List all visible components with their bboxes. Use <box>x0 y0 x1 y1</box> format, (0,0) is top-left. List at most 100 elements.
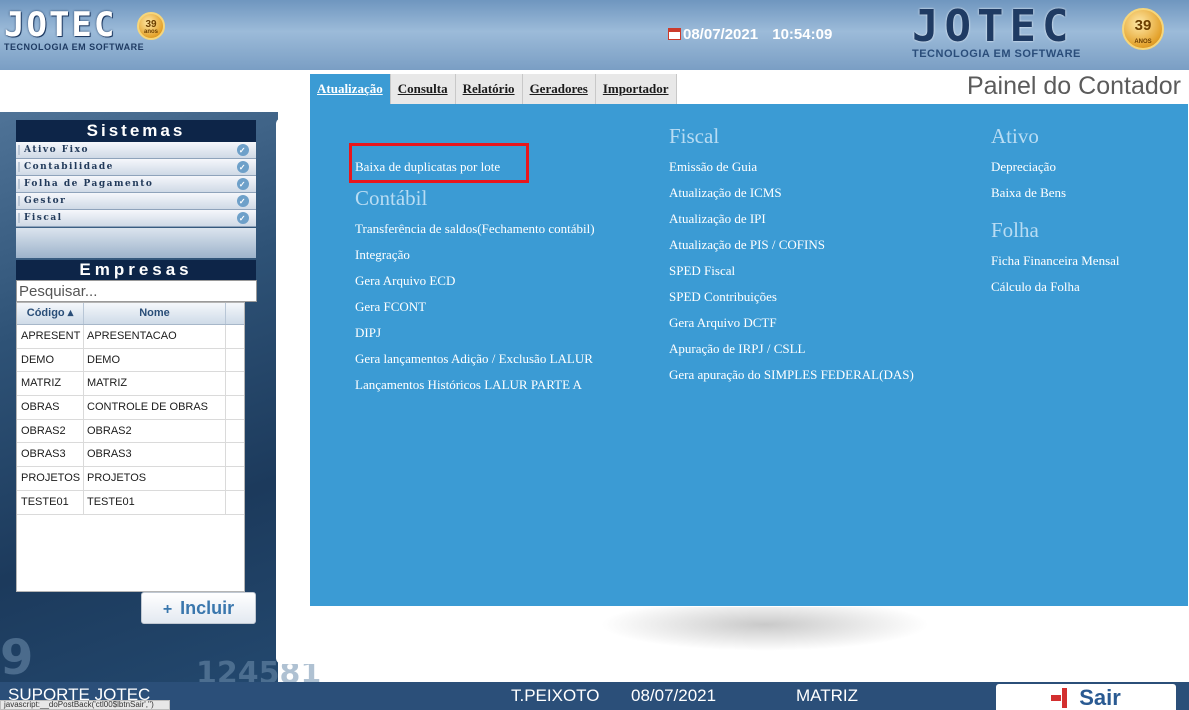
cell-nome: PROJETOS <box>84 467 226 490</box>
menu-link[interactable]: Integração <box>355 242 595 268</box>
menu-link[interactable]: Baixa de Bens <box>991 180 1120 206</box>
anniversary-badge: 39 anos <box>137 12 165 40</box>
menu-link[interactable]: Atualização de IPI <box>669 206 914 232</box>
table-row[interactable]: OBRAS CONTROLE DE OBRAS <box>17 396 244 420</box>
menu-link[interactable]: Gera lançamentos Adição / Exclusão LALUR <box>355 346 595 372</box>
cell-nome: OBRAS3 <box>84 443 226 467</box>
jotec-logo-small: JOTEC TECNOLOGIA EM SOFTWARE 39 anos <box>4 8 184 62</box>
check-icon: ✓ <box>237 178 249 190</box>
sistema-folha[interactable]: Folha de Pagamento ✓ <box>16 176 256 193</box>
menu-link[interactable]: Atualização de PIS / COFINS <box>669 232 914 258</box>
table-row[interactable]: OBRAS2 OBRAS2 <box>17 419 244 444</box>
table-row[interactable]: DEMO DEMO <box>17 348 244 373</box>
section-heading-folha: Folha <box>991 218 1039 242</box>
header-date: 08/07/2021 <box>683 26 759 43</box>
background-number: 9 <box>0 630 34 686</box>
sistema-gestor[interactable]: Gestor ✓ <box>16 193 256 210</box>
cell-codigo: PROJETOS <box>17 467 84 490</box>
cell-codigo: TESTE01 <box>17 490 84 514</box>
menu-link[interactable]: Gera apuração do SIMPLES FEDERAL(DAS) <box>669 362 914 388</box>
column-header-codigo[interactable]: Código ▴ <box>17 303 84 324</box>
incluir-button[interactable]: + Incluir <box>141 592 256 624</box>
header-time: 10:54:09 <box>772 26 833 43</box>
sistemas-list: Ativo Fixo ✓ Contabilidade ✓ Folha de Pa… <box>16 142 256 227</box>
table-row[interactable]: TESTE01 TESTE01 <box>17 490 244 515</box>
menu-link[interactable]: SPED Fiscal <box>669 258 914 284</box>
cell-nome: MATRIZ <box>84 372 226 396</box>
sistema-ativo-fixo[interactable]: Ativo Fixo ✓ <box>16 142 256 159</box>
header: JOTEC TECNOLOGIA EM SOFTWARE 39 anos 08/… <box>0 0 1189 70</box>
page-title: Painel do Contador <box>966 72 1181 100</box>
sistemas-decoration <box>16 228 256 258</box>
search-input[interactable] <box>16 280 257 302</box>
menu-link[interactable]: Depreciação <box>991 154 1120 180</box>
sistema-label: Ativo Fixo <box>24 145 89 155</box>
menu-link[interactable]: Transferência de saldos(Fechamento contá… <box>355 216 595 242</box>
menu-relatorio[interactable]: Relatório <box>456 74 523 104</box>
empresas-table: Código ▴ Nome APRESENT APRESENTACAO DEMO… <box>16 302 245 592</box>
badge-word: ANOS <box>1134 39 1152 45</box>
menu-link[interactable]: Apuração de IRPJ / CSLL <box>669 336 914 362</box>
table-row[interactable]: OBRAS3 OBRAS3 <box>17 443 244 468</box>
cell-nome: CONTROLE DE OBRAS <box>84 396 226 419</box>
datetime: 08/07/2021 10:54:09 <box>668 26 832 43</box>
cell-nome: APRESENTACAO <box>84 325 226 348</box>
cell-codigo: OBRAS3 <box>17 443 84 467</box>
dropdown-column-contabil: Baixa de duplicatas por lote Contábil Tr… <box>355 154 595 398</box>
anniversary-badge: 39 ANOS <box>1122 8 1164 50</box>
sistema-label: Fiscal <box>24 213 63 223</box>
check-icon: ✓ <box>237 195 249 207</box>
footer-user: T.PEIXOTO <box>511 686 600 705</box>
sistema-label: Gestor <box>24 196 67 206</box>
jotec-logo-large: JOTEC TECNOLOGIA EM SOFTWARE 39 ANOS <box>912 5 1182 64</box>
sistemas-title: Sistemas <box>16 120 256 142</box>
menu-link[interactable]: Gera FCONT <box>355 294 595 320</box>
cell-nome: OBRAS2 <box>84 419 226 443</box>
menu-link[interactable]: SPED Contribuições <box>669 284 914 310</box>
calendar-icon <box>668 28 681 40</box>
empresas-title: Empresas <box>16 260 256 280</box>
check-icon: ✓ <box>237 144 249 156</box>
sair-button[interactable]: Sair <box>996 684 1176 710</box>
check-icon: ✓ <box>237 161 249 173</box>
column-header-nome[interactable]: Nome <box>84 303 226 324</box>
sistema-contabilidade[interactable]: Contabilidade ✓ <box>16 159 256 176</box>
logo-tagline: TECNOLOGIA EM SOFTWARE <box>4 42 145 52</box>
menu-link[interactable]: Gera Arquivo ECD <box>355 268 595 294</box>
menu-consulta[interactable]: Consulta <box>391 74 456 104</box>
table-row[interactable]: MATRIZ MATRIZ <box>17 372 244 397</box>
section-heading-fiscal: Fiscal <box>669 124 720 148</box>
menu-link[interactable]: Lançamentos Históricos LALUR PARTE A <box>355 372 595 398</box>
badge-number: 39 <box>1134 17 1152 34</box>
cell-codigo: DEMO <box>17 348 84 372</box>
sistema-label: Contabilidade <box>24 162 114 172</box>
menu-link[interactable]: Atualização de ICMS <box>669 180 914 206</box>
main-menu: Atualização Consulta Relatório Geradores… <box>310 74 677 104</box>
incluir-label: Incluir <box>180 598 235 618</box>
cell-nome: DEMO <box>84 348 226 372</box>
menu-link[interactable]: DIPJ <box>355 320 595 346</box>
menu-link[interactable]: Cálculo da Folha <box>991 274 1120 300</box>
cell-codigo: OBRAS2 <box>17 419 84 443</box>
dropdown-column-ativo: Ativo Depreciação Baixa de Bens Folha Fi… <box>991 124 1120 300</box>
menu-importador[interactable]: Importador <box>596 74 677 104</box>
cell-codigo: OBRAS <box>17 396 84 419</box>
footer-date: 08/07/2021 <box>631 686 717 705</box>
sistema-fiscal[interactable]: Fiscal ✓ <box>16 210 256 227</box>
table-row[interactable]: PROJETOS PROJETOS <box>17 467 244 491</box>
menu-link[interactable]: Emissão de Guia <box>669 154 914 180</box>
menu-atualizacao[interactable]: Atualização <box>310 74 391 104</box>
plus-icon: + <box>162 601 173 618</box>
menu-link[interactable]: Ficha Financeira Mensal <box>991 248 1120 274</box>
section-heading-contabil: Contábil <box>355 186 428 210</box>
footer: SUPORTE JOTEC javascript:__doPostBack('c… <box>0 682 1189 710</box>
dropdown-column-fiscal: Fiscal Emissão de Guia Atualização de IC… <box>669 124 914 388</box>
cell-nome: TESTE01 <box>84 490 226 514</box>
menu-geradores[interactable]: Geradores <box>523 74 596 104</box>
menu-link[interactable]: Gera Arquivo DCTF <box>669 310 914 336</box>
sistema-label: Folha de Pagamento <box>24 179 154 189</box>
sair-label: Sair <box>1079 685 1121 710</box>
table-row[interactable]: APRESENT APRESENTACAO <box>17 325 244 349</box>
section-heading-ativo: Ativo <box>991 124 1039 148</box>
check-icon: ✓ <box>237 212 249 224</box>
